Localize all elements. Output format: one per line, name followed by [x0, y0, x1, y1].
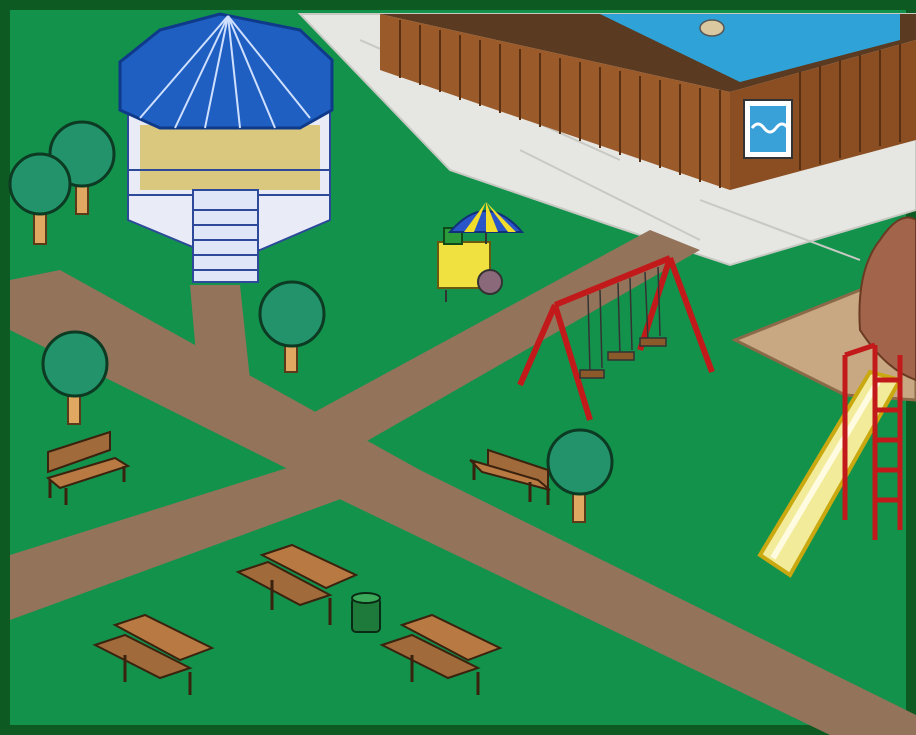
- park-scene: [0, 0, 916, 735]
- wave-sign-icon: [743, 99, 793, 159]
- pool-lamp: [699, 19, 725, 37]
- gazebo-stairs[interactable]: [192, 189, 259, 283]
- trash-can[interactable]: [351, 592, 381, 633]
